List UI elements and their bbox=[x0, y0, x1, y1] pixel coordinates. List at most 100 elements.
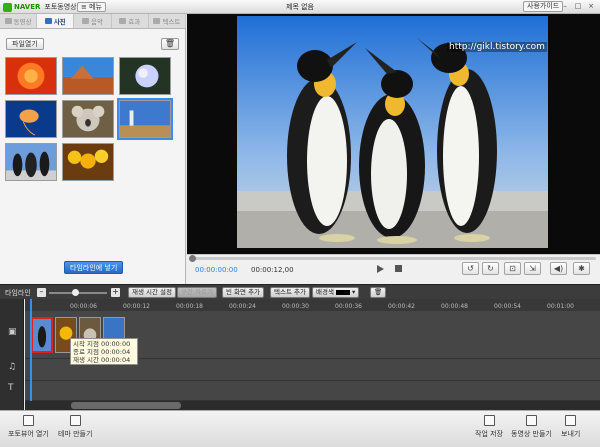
add-blank-button[interactable]: 빈 화면 추가 bbox=[222, 287, 265, 298]
close-icon[interactable]: × bbox=[586, 2, 596, 11]
lighthouse-image bbox=[120, 101, 170, 137]
photo-thumb-penguins[interactable] bbox=[5, 143, 57, 181]
ruler-tick: 00:00:18 bbox=[176, 303, 203, 310]
scrollbar-thumb[interactable] bbox=[71, 402, 181, 409]
ruler-tick: 00:00:30 bbox=[282, 303, 309, 310]
user-guide-button[interactable]: 사용가이드 bbox=[523, 1, 564, 12]
save-work-button[interactable]: 작업 저장 bbox=[475, 415, 503, 439]
timeline-clip-penguins[interactable] bbox=[31, 317, 53, 353]
tab-label: 효과 bbox=[128, 18, 141, 26]
photo-icon bbox=[44, 18, 52, 24]
playhead[interactable] bbox=[30, 299, 32, 401]
zoom-in-icon[interactable]: + bbox=[111, 288, 120, 297]
ruler-tick: 00:00:36 bbox=[335, 303, 362, 310]
ruler-tick: 00:00:06 bbox=[70, 303, 97, 310]
video-icon bbox=[4, 18, 12, 24]
media-panel: 동영상 사진 음악 효과 텍스트 파일열기 🗑 타임라인에 넣기 bbox=[0, 14, 187, 284]
clip-info-tooltip: 시작 지점 00:00:00 종료 지점 00:00:04 재생 시간 00:0… bbox=[70, 338, 138, 365]
photo-thumb-jellyfish[interactable] bbox=[5, 100, 57, 138]
add-text-button[interactable]: 텍스트 추가 bbox=[270, 287, 310, 298]
bg-color-label: 배경색 bbox=[316, 288, 334, 296]
make-video-button[interactable]: 동영상 만들기 bbox=[511, 415, 552, 439]
desert-image bbox=[63, 58, 113, 94]
photo-thumb-desert[interactable] bbox=[62, 57, 114, 95]
tooltip-start: 시작 지점 00:00:00 bbox=[73, 340, 131, 348]
minimize-icon[interactable]: – bbox=[560, 2, 570, 11]
title-bar: NAVER 포토동영상 ≡ 메뉴 제목 없음 사용가이드 – □ × bbox=[0, 0, 600, 14]
gear-icon[interactable]: ✱ bbox=[573, 262, 590, 275]
koala-image bbox=[63, 101, 113, 137]
bottom-label: 테마 만들기 bbox=[58, 430, 93, 438]
make-theme-button[interactable]: 테마 만들기 bbox=[58, 415, 92, 439]
tab-effect[interactable]: 효과 bbox=[112, 14, 149, 28]
ruler-tick: 00:00:24 bbox=[229, 303, 256, 310]
photo-thumb-tulips[interactable] bbox=[62, 143, 114, 181]
rotate-right-icon[interactable]: ↻ bbox=[482, 262, 499, 275]
resize-icon[interactable]: ⇲ bbox=[524, 262, 541, 275]
timeline-scrollbar[interactable] bbox=[25, 401, 600, 410]
progress-bar[interactable] bbox=[189, 255, 596, 262]
volume-icon[interactable]: ◀) bbox=[550, 262, 567, 275]
tooltip-duration: 재생 시간 00:00:04 bbox=[73, 356, 131, 364]
text-track-icon: T bbox=[8, 383, 14, 393]
current-time: 00:00:00:00 bbox=[195, 266, 238, 274]
add-to-timeline-button[interactable]: 타임라인에 넣기 bbox=[64, 261, 124, 274]
ruler-tick: 00:00:48 bbox=[441, 303, 468, 310]
open-file-button[interactable]: 파일열기 bbox=[6, 38, 44, 50]
photo-thumb-hydrangea[interactable] bbox=[119, 57, 171, 95]
crop-icon[interactable]: ⊡ bbox=[504, 262, 521, 275]
send-button[interactable]: 보내기 bbox=[561, 415, 580, 439]
window-title: 제목 없음 bbox=[286, 3, 314, 11]
rotate-left-icon[interactable]: ↺ bbox=[462, 262, 479, 275]
photo-thumb-koala[interactable] bbox=[62, 100, 114, 138]
music-icon bbox=[82, 18, 90, 24]
bottom-label: 동영상 만들기 bbox=[511, 430, 552, 438]
photo-thumb-lighthouse[interactable] bbox=[117, 98, 173, 140]
penguins-image bbox=[6, 144, 56, 180]
tab-label: 텍스트 bbox=[162, 18, 181, 26]
time-ruler: 00:00:06 00:00:12 00:00:18 00:00:24 00:0… bbox=[25, 299, 600, 311]
tab-video[interactable]: 동영상 bbox=[0, 14, 38, 28]
open-photo-viewer-button[interactable]: 포토뷰어 열기 bbox=[8, 415, 49, 439]
music-track-icon: ♫ bbox=[8, 362, 17, 372]
track-headers: ▣ ♫ T bbox=[0, 299, 24, 410]
zoom-knob[interactable] bbox=[72, 289, 79, 296]
bg-color-swatch bbox=[335, 289, 350, 295]
timeline-label: 타임라인 bbox=[5, 289, 31, 297]
maximize-icon[interactable]: □ bbox=[573, 2, 583, 11]
play-icon[interactable] bbox=[377, 265, 384, 273]
photo-thumb-chrysanthemum[interactable] bbox=[5, 57, 57, 95]
save-icon bbox=[483, 415, 495, 426]
ruler-tick: 00:00:42 bbox=[388, 303, 415, 310]
zoom-out-icon[interactable]: – bbox=[37, 288, 46, 297]
ruler-tick: 00:01:00 bbox=[547, 303, 574, 310]
total-time: 00:00:12,00 bbox=[251, 266, 294, 274]
hydrangea-image bbox=[120, 58, 170, 94]
tab-text[interactable]: 텍스트 bbox=[149, 14, 187, 28]
stop-icon[interactable] bbox=[395, 265, 402, 272]
tab-label: 음악 bbox=[91, 18, 103, 26]
player-controls: 00:00:00:00 00:00:12,00 ↺ ↻ ⊡ ⇲ ◀) ✱ bbox=[187, 254, 600, 284]
play-time-button[interactable]: 재생 시간 설정 bbox=[128, 287, 177, 298]
progress-knob[interactable] bbox=[189, 255, 196, 262]
jellyfish-image bbox=[6, 101, 56, 137]
share-icon bbox=[565, 415, 577, 426]
text-track[interactable] bbox=[25, 381, 600, 401]
tab-label: 사진 bbox=[53, 18, 66, 26]
trash-icon[interactable]: 🗑 bbox=[161, 38, 179, 50]
effect-icon bbox=[119, 18, 127, 24]
bottom-label: 작업 저장 bbox=[475, 430, 503, 438]
background-color-button[interactable]: 배경색 ▾ bbox=[312, 287, 360, 298]
watermark-url: http://gikl.tistory.com bbox=[447, 42, 547, 52]
trash-icon[interactable]: 🗑 bbox=[370, 287, 387, 298]
tulips-image bbox=[63, 144, 113, 180]
bottom-toolbar: 포토뷰어 열기 테마 만들기 작업 저장 동영상 만들기 보내기 bbox=[0, 410, 600, 447]
video-make-icon bbox=[525, 415, 537, 426]
tab-photo[interactable]: 사진 bbox=[37, 14, 75, 28]
split-button[interactable]: 구간 자르기 bbox=[177, 287, 217, 298]
tab-label: 동영상 bbox=[13, 18, 32, 26]
bottom-label: 포토뷰어 열기 bbox=[8, 430, 49, 438]
timeline-toolbar: 타임라인 – + 재생 시간 설정 구간 자르기 빈 화면 추가 텍스트 추가 … bbox=[0, 284, 600, 299]
ruler-tick: 00:00:54 bbox=[494, 303, 521, 310]
tab-music[interactable]: 음악 bbox=[74, 14, 112, 28]
